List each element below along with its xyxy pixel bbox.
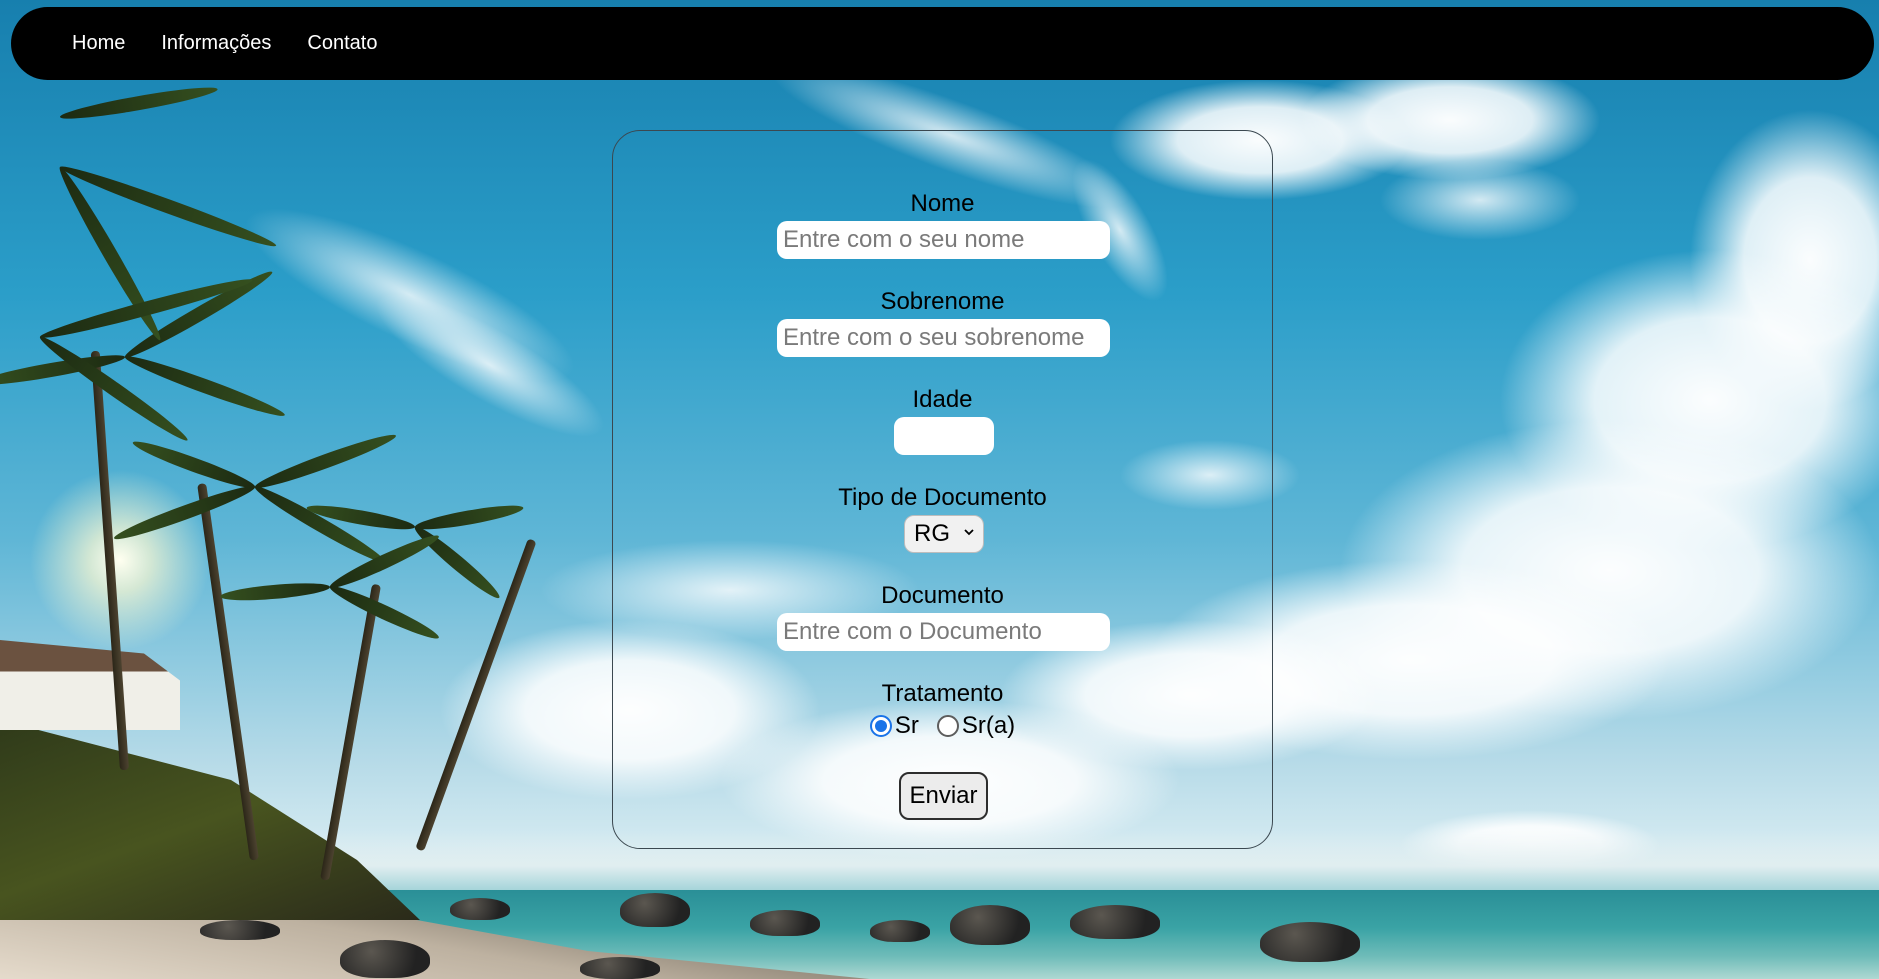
nav-home-link[interactable]: Home: [72, 32, 125, 55]
nav-contato-link[interactable]: Contato: [307, 32, 377, 55]
idade-input[interactable]: [894, 417, 994, 455]
radio-sra-label: Sr(a): [961, 712, 1016, 739]
radio-sr[interactable]: [869, 715, 892, 737]
radio-sra[interactable]: [936, 715, 959, 737]
nav-informacoes-link[interactable]: Informações: [161, 32, 271, 55]
idade-label: Idade: [912, 386, 973, 413]
nome-input[interactable]: [777, 221, 1110, 259]
tratamento-radio-group: Sr Sr(a): [613, 712, 1272, 740]
tipo-documento-select[interactable]: RG: [904, 515, 984, 553]
chevron-down-icon: [964, 529, 974, 536]
sobrenome-label: Sobrenome: [880, 288, 1005, 315]
top-navbar: Home Informações Contato: [11, 7, 1874, 80]
tipo-documento-selected-value: RG: [914, 520, 950, 547]
registration-form: Nome Sobrenome Idade Tipo de Documento R…: [612, 130, 1273, 849]
nome-label: Nome: [910, 190, 975, 217]
documento-label: Documento: [881, 582, 1004, 609]
tratamento-label: Tratamento: [881, 680, 1004, 707]
enviar-button[interactable]: Enviar: [899, 772, 988, 820]
radio-sr-label: Sr: [894, 712, 919, 739]
sobrenome-input[interactable]: [777, 319, 1110, 357]
tipo-documento-label: Tipo de Documento: [838, 484, 1047, 511]
documento-input[interactable]: [777, 613, 1110, 651]
